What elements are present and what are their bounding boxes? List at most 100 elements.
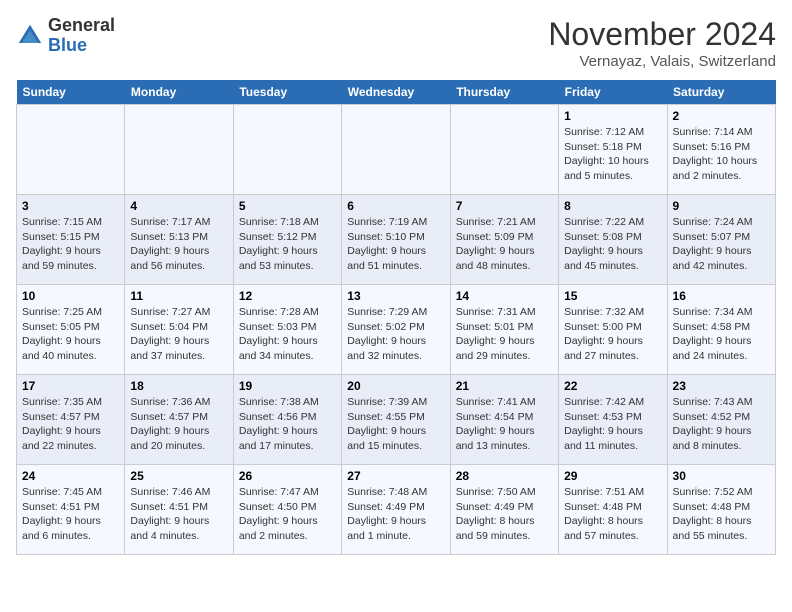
calendar-cell: 8Sunrise: 7:22 AM Sunset: 5:08 PM Daylig… bbox=[559, 195, 667, 285]
calendar-cell: 18 Sunrise: 7:36 AM Sunset: 4:57 PM Dayli… bbox=[125, 375, 233, 465]
calendar-cell: 17 Sunrise: 7:35 AM Sunset: 4:57 PM Dayli… bbox=[17, 375, 125, 465]
day-number: 6 bbox=[347, 199, 444, 213]
day-number: 7 bbox=[456, 199, 553, 213]
weekday-header-monday: Monday bbox=[125, 80, 233, 105]
week-row-2: 3Sunrise: 7:15 AM Sunset: 5:15 PM Daylig… bbox=[17, 195, 776, 285]
day-number: 5 bbox=[239, 199, 336, 213]
calendar-cell: 10 Sunrise: 7:25 AM Sunset: 5:05 PM Dayli… bbox=[17, 285, 125, 375]
day-number: 1 bbox=[564, 109, 661, 123]
week-row-3: 10 Sunrise: 7:25 AM Sunset: 5:05 PM Dayli… bbox=[17, 285, 776, 375]
calendar-cell: 30 Sunrise: 7:52 AM Sunset: 4:48 PM Dayli… bbox=[667, 465, 775, 555]
day-info: Sunrise: 7:27 AM Sunset: 5:04 PM Dayligh… bbox=[130, 305, 227, 364]
day-info: Sunrise: 7:52 AM Sunset: 4:48 PM Dayligh… bbox=[673, 485, 770, 544]
calendar-cell: 14 Sunrise: 7:31 AM Sunset: 5:01 PM Dayli… bbox=[450, 285, 558, 375]
calendar-cell: 4 Sunrise: 7:17 AM Sunset: 5:13 PM Daylig… bbox=[125, 195, 233, 285]
month-title: November 2024 bbox=[548, 16, 776, 53]
day-number: 14 bbox=[456, 289, 553, 303]
title-block: November 2024 Vernayaz, Valais, Switzerl… bbox=[548, 16, 776, 70]
logo: General Blue bbox=[16, 16, 115, 56]
day-number: 17 bbox=[22, 379, 119, 393]
day-number: 20 bbox=[347, 379, 444, 393]
calendar-cell: 23 Sunrise: 7:43 AM Sunset: 4:52 PM Dayli… bbox=[667, 375, 775, 465]
day-number: 21 bbox=[456, 379, 553, 393]
day-info: Sunrise: 7:32 AM Sunset: 5:00 PM Dayligh… bbox=[564, 305, 661, 364]
calendar-cell: 29 Sunrise: 7:51 AM Sunset: 4:48 PM Dayli… bbox=[559, 465, 667, 555]
day-info: Sunrise: 7:42 AM Sunset: 4:53 PM Dayligh… bbox=[564, 395, 661, 454]
calendar-cell: 15Sunrise: 7:32 AM Sunset: 5:00 PM Dayli… bbox=[559, 285, 667, 375]
weekday-header-friday: Friday bbox=[559, 80, 667, 105]
calendar-cell: 6 Sunrise: 7:19 AM Sunset: 5:10 PM Daylig… bbox=[342, 195, 450, 285]
calendar-cell bbox=[233, 105, 341, 195]
calendar-cell: 28 Sunrise: 7:50 AM Sunset: 4:49 PM Dayli… bbox=[450, 465, 558, 555]
weekday-header-wednesday: Wednesday bbox=[342, 80, 450, 105]
day-number: 2 bbox=[673, 109, 770, 123]
day-number: 22 bbox=[564, 379, 661, 393]
day-number: 4 bbox=[130, 199, 227, 213]
day-info: Sunrise: 7:48 AM Sunset: 4:49 PM Dayligh… bbox=[347, 485, 444, 544]
day-info: Sunrise: 7:34 AM Sunset: 4:58 PM Dayligh… bbox=[673, 305, 770, 364]
day-number: 16 bbox=[673, 289, 770, 303]
day-number: 9 bbox=[673, 199, 770, 213]
day-info: Sunrise: 7:36 AM Sunset: 4:57 PM Dayligh… bbox=[130, 395, 227, 454]
weekday-header-thursday: Thursday bbox=[450, 80, 558, 105]
calendar-cell: 24Sunrise: 7:45 AM Sunset: 4:51 PM Dayli… bbox=[17, 465, 125, 555]
day-number: 30 bbox=[673, 469, 770, 483]
weekday-header-tuesday: Tuesday bbox=[233, 80, 341, 105]
calendar-cell: 12 Sunrise: 7:28 AM Sunset: 5:03 PM Dayli… bbox=[233, 285, 341, 375]
day-info: Sunrise: 7:46 AM Sunset: 4:51 PM Dayligh… bbox=[130, 485, 227, 544]
day-number: 27 bbox=[347, 469, 444, 483]
day-info: Sunrise: 7:18 AM Sunset: 5:12 PM Dayligh… bbox=[239, 215, 336, 274]
weekday-header-sunday: Sunday bbox=[17, 80, 125, 105]
day-info: Sunrise: 7:35 AM Sunset: 4:57 PM Dayligh… bbox=[22, 395, 119, 454]
calendar-cell: 21 Sunrise: 7:41 AM Sunset: 4:54 PM Dayli… bbox=[450, 375, 558, 465]
calendar-cell bbox=[450, 105, 558, 195]
weekday-header-saturday: Saturday bbox=[667, 80, 775, 105]
day-info: Sunrise: 7:38 AM Sunset: 4:56 PM Dayligh… bbox=[239, 395, 336, 454]
calendar-cell: 11 Sunrise: 7:27 AM Sunset: 5:04 PM Dayli… bbox=[125, 285, 233, 375]
day-info: Sunrise: 7:31 AM Sunset: 5:01 PM Dayligh… bbox=[456, 305, 553, 364]
day-number: 11 bbox=[130, 289, 227, 303]
calendar-cell: 2 Sunrise: 7:14 AM Sunset: 5:16 PM Daylig… bbox=[667, 105, 775, 195]
day-info: Sunrise: 7:21 AM Sunset: 5:09 PM Dayligh… bbox=[456, 215, 553, 274]
day-number: 19 bbox=[239, 379, 336, 393]
logo-text: General Blue bbox=[48, 16, 115, 56]
day-number: 23 bbox=[673, 379, 770, 393]
calendar-cell: 19 Sunrise: 7:38 AM Sunset: 4:56 PM Dayli… bbox=[233, 375, 341, 465]
day-number: 25 bbox=[130, 469, 227, 483]
location-text: Vernayaz, Valais, Switzerland bbox=[548, 53, 776, 70]
day-number: 10 bbox=[22, 289, 119, 303]
calendar-cell: 1Sunrise: 7:12 AM Sunset: 5:18 PM Daylig… bbox=[559, 105, 667, 195]
day-number: 13 bbox=[347, 289, 444, 303]
day-info: Sunrise: 7:43 AM Sunset: 4:52 PM Dayligh… bbox=[673, 395, 770, 454]
week-row-5: 24Sunrise: 7:45 AM Sunset: 4:51 PM Dayli… bbox=[17, 465, 776, 555]
calendar-cell: 25 Sunrise: 7:46 AM Sunset: 4:51 PM Dayli… bbox=[125, 465, 233, 555]
calendar-cell: 9Sunrise: 7:24 AM Sunset: 5:07 PM Daylig… bbox=[667, 195, 775, 285]
day-number: 18 bbox=[130, 379, 227, 393]
day-info: Sunrise: 7:28 AM Sunset: 5:03 PM Dayligh… bbox=[239, 305, 336, 364]
calendar-cell: 22 Sunrise: 7:42 AM Sunset: 4:53 PM Dayli… bbox=[559, 375, 667, 465]
calendar-cell: 27 Sunrise: 7:48 AM Sunset: 4:49 PM Dayli… bbox=[342, 465, 450, 555]
day-info: Sunrise: 7:47 AM Sunset: 4:50 PM Dayligh… bbox=[239, 485, 336, 544]
day-info: Sunrise: 7:22 AM Sunset: 5:08 PM Dayligh… bbox=[564, 215, 661, 274]
day-number: 24 bbox=[22, 469, 119, 483]
day-info: Sunrise: 7:14 AM Sunset: 5:16 PM Dayligh… bbox=[673, 125, 770, 184]
calendar-cell: 7 Sunrise: 7:21 AM Sunset: 5:09 PM Daylig… bbox=[450, 195, 558, 285]
calendar-cell: 13Sunrise: 7:29 AM Sunset: 5:02 PM Dayli… bbox=[342, 285, 450, 375]
day-info: Sunrise: 7:15 AM Sunset: 5:15 PM Dayligh… bbox=[22, 215, 119, 274]
day-info: Sunrise: 7:51 AM Sunset: 4:48 PM Dayligh… bbox=[564, 485, 661, 544]
day-info: Sunrise: 7:17 AM Sunset: 5:13 PM Dayligh… bbox=[130, 215, 227, 274]
day-number: 12 bbox=[239, 289, 336, 303]
day-info: Sunrise: 7:41 AM Sunset: 4:54 PM Dayligh… bbox=[456, 395, 553, 454]
day-info: Sunrise: 7:25 AM Sunset: 5:05 PM Dayligh… bbox=[22, 305, 119, 364]
calendar-cell: 3Sunrise: 7:15 AM Sunset: 5:15 PM Daylig… bbox=[17, 195, 125, 285]
logo-icon bbox=[16, 22, 44, 50]
day-info: Sunrise: 7:50 AM Sunset: 4:49 PM Dayligh… bbox=[456, 485, 553, 544]
logo-general-text: General bbox=[48, 15, 115, 35]
day-number: 29 bbox=[564, 469, 661, 483]
calendar-cell: 5 Sunrise: 7:18 AM Sunset: 5:12 PM Daylig… bbox=[233, 195, 341, 285]
page-header: General Blue November 2024 Vernayaz, Val… bbox=[16, 16, 776, 70]
logo-blue-text: Blue bbox=[48, 35, 87, 55]
day-number: 28 bbox=[456, 469, 553, 483]
week-row-1: 1Sunrise: 7:12 AM Sunset: 5:18 PM Daylig… bbox=[17, 105, 776, 195]
day-info: Sunrise: 7:19 AM Sunset: 5:10 PM Dayligh… bbox=[347, 215, 444, 274]
